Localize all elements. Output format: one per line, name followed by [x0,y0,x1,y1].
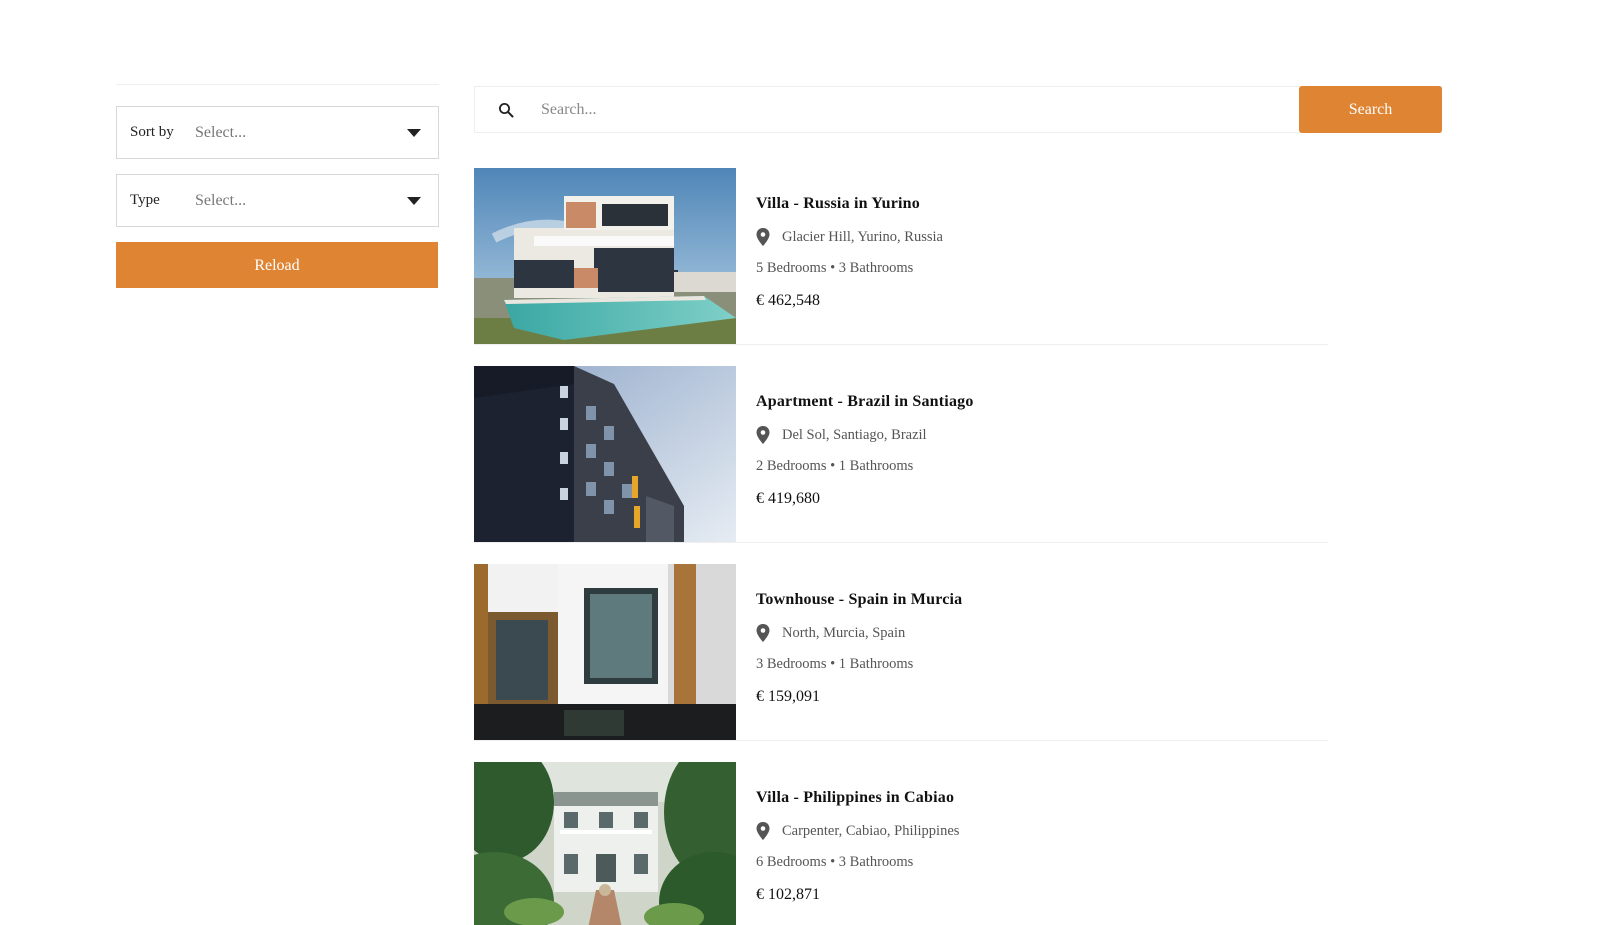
type-value: Select... [195,191,247,209]
search-input[interactable] [529,86,1299,133]
listing-location: Glacier Hill, Yurino, Russia [756,228,943,246]
listing-details: Villa - Philippines in Cabiao Carpenter,… [736,762,959,925]
map-pin-icon [756,624,770,642]
map-pin-icon [756,426,770,444]
listing-title[interactable]: Townhouse - Spain in Murcia [756,591,962,609]
listing-location: Carpenter, Cabiao, Philippines [756,822,959,840]
listing-price: € 102,871 [756,886,820,903]
listing-price: € 159,091 [756,688,820,705]
listing-title[interactable]: Villa - Philippines in Cabiao [756,789,959,807]
sort-by-value: Select... [195,123,247,141]
location-text: Del Sol, Santiago, Brazil [782,426,927,443]
property-photo[interactable] [474,564,736,740]
listing-rooms: 6 Bedrooms • 3 Bathrooms [756,854,914,870]
property-photo[interactable] [474,762,736,925]
search-bar: Search [474,86,1442,133]
listing-title[interactable]: Apartment - Brazil in Santiago [756,393,974,411]
sort-by-label: Sort by [130,124,174,140]
type-label: Type [130,192,160,208]
listing-price: € 419,680 [756,490,820,507]
listing-details: Villa - Russia in Yurino Glacier Hill, Y… [736,168,943,344]
listing-details: Apartment - Brazil in Santiago Del Sol, … [736,366,974,542]
search-button[interactable]: Search [1299,86,1442,133]
chevron-down-icon [407,128,421,137]
listing-title[interactable]: Villa - Russia in Yurino [756,195,943,213]
listing-rooms: 2 Bedrooms • 1 Bathrooms [756,458,914,474]
search-icon [483,87,529,132]
type-select[interactable]: Type Select... [116,174,439,227]
list-item[interactable]: Townhouse - Spain in Murcia North, Murci… [474,564,1328,741]
list-item[interactable]: Villa - Russia in Yurino Glacier Hill, Y… [474,168,1328,345]
listing-price: € 462,548 [756,292,820,309]
chevron-down-icon [407,196,421,205]
location-text: Glacier Hill, Yurino, Russia [782,228,943,245]
location-text: Carpenter, Cabiao, Philippines [782,822,960,839]
listing-details: Townhouse - Spain in Murcia North, Murci… [736,564,962,740]
location-text: North, Murcia, Spain [782,624,906,641]
listing-rooms: 5 Bedrooms • 3 Bathrooms [756,260,914,276]
map-pin-icon [756,822,770,840]
property-list: Villa - Russia in Yurino Glacier Hill, Y… [474,168,1328,925]
map-pin-icon [756,228,770,246]
property-photo[interactable] [474,168,736,344]
sort-by-select[interactable]: Sort by Select... [116,106,439,159]
reload-button[interactable]: Reload [116,242,438,288]
listing-location: Del Sol, Santiago, Brazil [756,426,974,444]
filter-sidebar: Sort by Select... Type Select... Reload [116,84,439,288]
property-photo[interactable] [474,366,736,542]
page: Sort by Select... Type Select... Reload … [0,0,1610,925]
list-item[interactable]: Villa - Philippines in Cabiao Carpenter,… [474,762,1328,925]
listing-rooms: 3 Bedrooms • 1 Bathrooms [756,656,914,672]
list-item[interactable]: Apartment - Brazil in Santiago Del Sol, … [474,366,1328,543]
listing-location: North, Murcia, Spain [756,624,962,642]
